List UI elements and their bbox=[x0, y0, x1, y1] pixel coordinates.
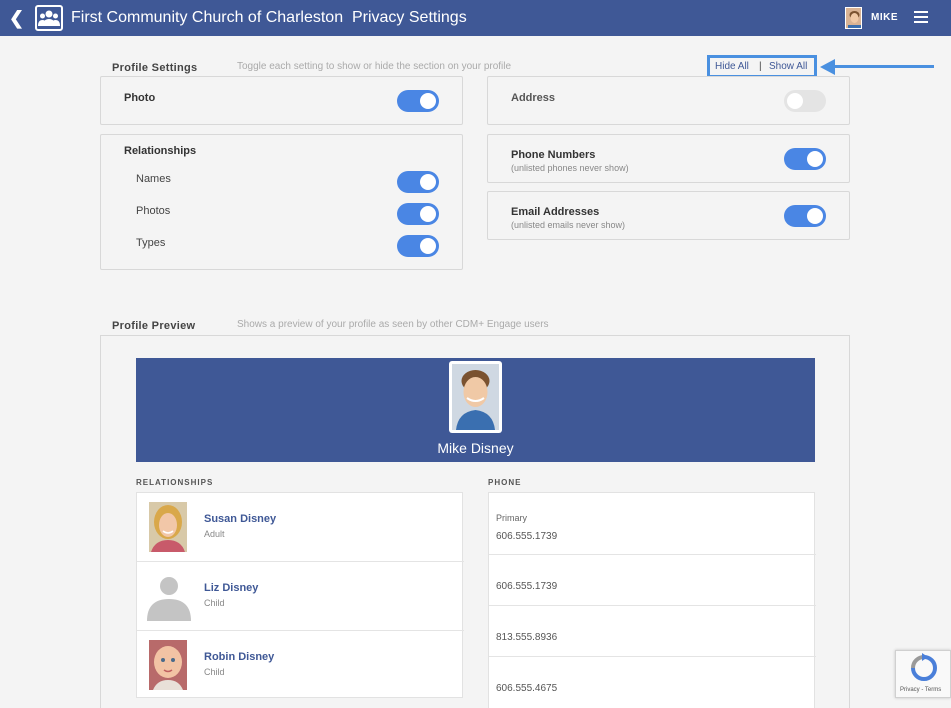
phone-number[interactable]: 606.555.4675 bbox=[496, 683, 557, 694]
phone-row[interactable]: 606.555.1739 bbox=[489, 555, 816, 606]
relationship-type: Child bbox=[204, 667, 225, 677]
hide-all-link[interactable]: Hide All bbox=[715, 61, 749, 72]
email-setting-card: Email Addresses (unlisted emails never s… bbox=[487, 191, 850, 240]
types-setting-label: Types bbox=[136, 237, 166, 249]
profile-settings-title: Profile Settings bbox=[112, 62, 198, 74]
hamburger-menu-icon[interactable] bbox=[914, 11, 928, 23]
email-toggle[interactable] bbox=[784, 205, 826, 227]
address-setting-card: Address bbox=[487, 76, 850, 125]
relationship-type: Child bbox=[204, 598, 225, 608]
relationship-photo bbox=[149, 502, 187, 552]
arrow-shaft bbox=[834, 65, 934, 68]
photo-toggle[interactable] bbox=[397, 90, 439, 112]
page-title: First Community Church of Charleston Pri… bbox=[71, 9, 467, 26]
phone-row[interactable]: Primary 606.555.1739 bbox=[489, 493, 816, 555]
arrow-left-icon bbox=[820, 59, 835, 75]
photo-setting-card: Photo bbox=[100, 76, 463, 125]
profile-preview-title: Profile Preview bbox=[112, 320, 196, 332]
phone-setting-card: Phone Numbers (unlisted phones never sho… bbox=[487, 134, 850, 183]
address-toggle[interactable] bbox=[784, 90, 826, 112]
phone-setting-label: Phone Numbers bbox=[511, 149, 596, 161]
address-setting-label: Address bbox=[511, 92, 556, 104]
relationships-setting-label: Relationships bbox=[124, 145, 197, 157]
relationship-name[interactable]: Liz Disney bbox=[204, 582, 258, 594]
top-bar: ❮ First Community Church of Charleston P… bbox=[0, 0, 951, 36]
relationships-heading: RELATIONSHIPS bbox=[136, 478, 214, 487]
relationship-photo bbox=[149, 640, 187, 690]
types-toggle[interactable] bbox=[397, 235, 439, 257]
photos-toggle[interactable] bbox=[397, 203, 439, 225]
phone-list: Primary 606.555.1739 606.555.1739 813.55… bbox=[488, 492, 816, 708]
relationship-name[interactable]: Robin Disney bbox=[204, 651, 274, 663]
names-setting-label: Names bbox=[136, 173, 171, 185]
relationships-setting-card: Relationships Names Photos Types bbox=[100, 134, 463, 270]
profile-preview-hint: Shows a preview of your profile as seen … bbox=[237, 319, 549, 330]
recaptcha-badge[interactable]: Privacy - Terms bbox=[895, 650, 951, 698]
phone-setting-subtext: (unlisted phones never show) bbox=[511, 163, 629, 173]
profile-name: Mike Disney bbox=[437, 440, 514, 456]
show-all-link[interactable]: Show All bbox=[769, 61, 807, 72]
user-avatar[interactable] bbox=[845, 7, 862, 29]
people-group-icon[interactable] bbox=[35, 5, 63, 31]
phone-row[interactable]: 606.555.4675 bbox=[489, 657, 816, 708]
list-item[interactable]: Robin Disney Child bbox=[137, 631, 464, 700]
phone-number[interactable]: 606.555.1739 bbox=[496, 581, 557, 592]
back-icon[interactable]: ❮ bbox=[9, 8, 27, 28]
list-item[interactable]: Susan Disney Adult bbox=[137, 493, 464, 562]
relationships-list: Susan Disney Adult Liz Disney Child Robi… bbox=[136, 492, 464, 700]
phone-label: Primary bbox=[496, 513, 527, 523]
email-setting-label: Email Addresses bbox=[511, 206, 600, 218]
phone-number[interactable]: 813.555.8936 bbox=[496, 632, 557, 643]
user-name[interactable]: MIKE bbox=[871, 12, 898, 23]
phone-number[interactable]: 606.555.1739 bbox=[496, 531, 557, 542]
phone-row[interactable]: 813.555.8936 bbox=[489, 606, 816, 657]
email-setting-subtext: (unlisted emails never show) bbox=[511, 220, 626, 230]
hide-show-all-controls: Hide All | Show All bbox=[707, 55, 817, 78]
profile-photo bbox=[449, 361, 502, 433]
recaptcha-links[interactable]: Privacy - Terms bbox=[900, 687, 941, 693]
photo-setting-label: Photo bbox=[124, 92, 156, 104]
link-separator: | bbox=[759, 61, 762, 72]
phone-heading: PHONE bbox=[488, 478, 522, 487]
phone-toggle[interactable] bbox=[784, 148, 826, 170]
relationship-name[interactable]: Susan Disney bbox=[204, 513, 276, 525]
photos-setting-label: Photos bbox=[136, 205, 171, 217]
list-item[interactable]: Liz Disney Child bbox=[137, 562, 464, 631]
relationship-type: Adult bbox=[204, 529, 225, 539]
names-toggle[interactable] bbox=[397, 171, 439, 193]
profile-settings-hint: Toggle each setting to show or hide the … bbox=[237, 61, 512, 72]
person-silhouette-icon bbox=[143, 571, 195, 621]
recaptcha-icon bbox=[911, 653, 937, 681]
